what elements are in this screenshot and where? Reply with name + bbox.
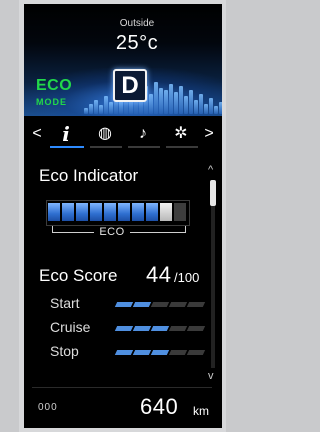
gauge-icon[interactable]: ◍ [92,122,118,146]
eco-indicator-segment [174,203,186,221]
score-bar-segment [168,302,188,307]
eco-indicator-segment [104,203,116,221]
header-light-bar [219,102,222,114]
header-light-bar [84,108,88,114]
eco-indicator-segment [146,203,158,221]
eco-indicator-segment [62,203,74,221]
header-light-bar [209,98,213,114]
outside-temperature: 25°c [115,32,159,54]
score-bar-segment [114,302,134,307]
score-bar-segment [168,350,188,355]
gear-indicator: D [113,69,147,102]
scrollbar-track[interactable] [211,182,215,368]
score-bar-segment [186,302,206,307]
header-light-bar [194,100,198,114]
tab-underline-active [50,146,84,148]
score-bar-segment [132,302,152,307]
score-row-label-stop: Stop [50,343,79,359]
eco-mode-sublabel: MODE [36,97,67,107]
score-bar-segment [168,326,188,331]
eco-score-title: Eco Score [39,266,118,285]
eco-score-value: 44 [146,262,172,287]
eco-zone-label: ECO [94,226,130,238]
next-arrow-icon[interactable]: > [202,122,216,146]
tab-underline [166,146,198,148]
header-light-bar [214,106,218,114]
score-bar-segment [132,326,152,331]
music-note-icon[interactable]: ♪ [130,122,156,146]
instrument-display: Outside 25°c ECO MODE D < i ◍ ♪ ✲ > ^ v … [24,4,222,428]
score-bar-segment [150,326,170,331]
header-light-bar [179,86,183,114]
score-row-label-start: Start [50,295,80,311]
scrollbar-thumb[interactable] [210,180,216,206]
prev-arrow-icon[interactable]: < [30,122,44,146]
header-light-bar [174,92,178,114]
eco-indicator-segment [76,203,88,221]
footer-divider [32,387,212,388]
scroll-up-chevron-icon[interactable]: ^ [208,164,213,176]
outside-label: Outside [119,18,155,29]
eco-indicator-segment [160,203,172,221]
driving-range-value: 640 [140,394,179,419]
header-light-bar [189,90,193,114]
info-icon[interactable]: i [52,122,80,146]
tab-underline [90,146,122,148]
tab-underline [128,146,160,148]
eco-indicator-segment [118,203,130,221]
header-light-bar [159,88,163,114]
header-light-bar [104,96,108,114]
eco-mode-label: ECO [36,77,73,94]
eco-score-max: /100 [174,270,200,285]
header-light-bar [99,105,103,114]
eco-indicator-segment [132,203,144,221]
scroll-down-chevron-icon[interactable]: v [208,370,214,382]
header-light-bar [204,104,208,114]
score-bar-segment [114,350,134,355]
header-light-bar [94,100,98,114]
driving-range-unit: km [193,404,209,418]
eco-indicator-segment [90,203,102,221]
eco-indicator-title: Eco Indicator [39,166,139,185]
score-bar-segment [132,350,152,355]
score-bar-segment [150,302,170,307]
header-light-bar [184,96,188,114]
score-bar-segment [186,326,206,331]
header-light-bar [154,82,158,114]
score-bar-segment [150,350,170,355]
header-light-bar [164,90,168,114]
header-light-bar [199,94,203,114]
trip-readout: 000 [38,402,58,413]
eco-indicator-segment [48,203,60,221]
score-bar-segment [114,326,134,331]
score-bar-segment [186,350,206,355]
settings-gear-icon[interactable]: ✲ [168,122,194,146]
header-light-bar [169,84,173,114]
header-light-bar [109,102,113,114]
header-light-bar [89,104,93,114]
score-row-label-cruise: Cruise [50,319,91,335]
header-light-bar [149,94,153,114]
